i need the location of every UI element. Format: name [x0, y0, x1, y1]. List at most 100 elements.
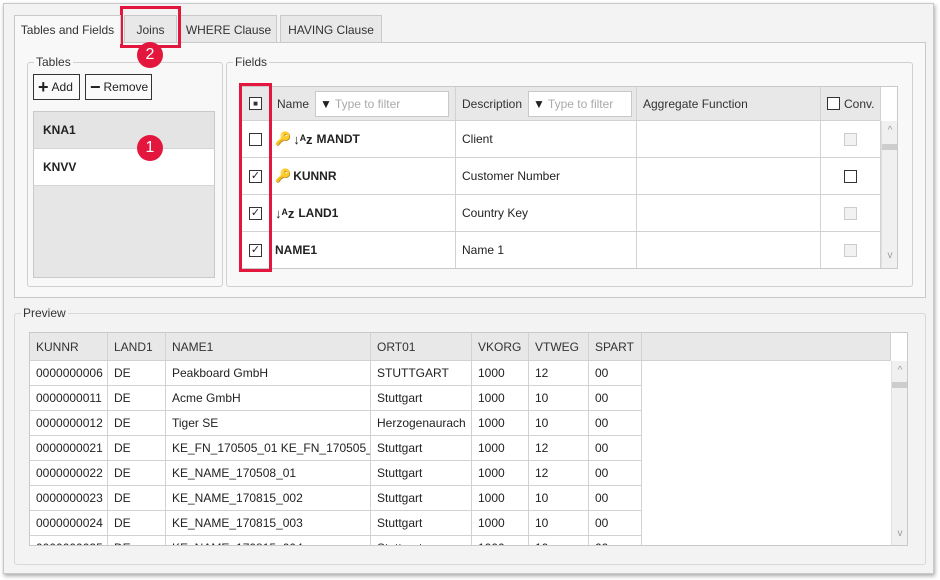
preview-cell: KE_NAME_170508_01 — [166, 461, 371, 486]
tab-where-clause[interactable]: WHERE Clause — [180, 15, 277, 43]
header-filler — [642, 333, 891, 361]
preview-cell: 0000000011 — [30, 386, 108, 411]
preview-cell: 10 — [529, 536, 589, 545]
preview-cell: DE — [108, 386, 166, 411]
preview-cell: 00 — [589, 461, 642, 486]
tab-tables-and-fields[interactable]: Tables and Fields — [14, 15, 121, 44]
preview-cell: 0000000023 — [30, 486, 108, 511]
column-header-name1[interactable]: NAME1 — [166, 333, 371, 361]
preview-cell: 1000 — [472, 386, 529, 411]
preview-cell: 00 — [589, 536, 642, 545]
preview-row: 0000000024 DE KE_NAME_170815_003 Stuttgart 1… — [30, 511, 642, 536]
column-header-spart[interactable]: SPART — [589, 333, 642, 361]
conv-all-checkbox[interactable] — [827, 97, 840, 110]
field-description: Customer Number — [456, 158, 637, 195]
field-description: Country Key — [456, 195, 637, 232]
table-item-kna1[interactable]: KNA1 — [34, 112, 214, 149]
remove-button[interactable]: − Remove — [85, 74, 152, 100]
preview-header: KUNNR LAND1 NAME1 ORT01 VKORG VTWEG SPART — [30, 333, 891, 361]
field-aggregate[interactable] — [637, 232, 821, 268]
column-header-land1[interactable]: LAND1 — [108, 333, 166, 361]
preview-row: 0000000025DEKE_NAME_170815_004Stuttgart1… — [30, 536, 642, 545]
field-row: ✓ NAME1 Name 1 — [241, 232, 881, 268]
preview-cell: KE_FN_170505_01 KE_FN_170505_01 — [166, 436, 371, 461]
preview-cell: 00 — [589, 436, 642, 461]
preview-cell: DE — [108, 411, 166, 436]
preview-cell: 12 — [529, 436, 589, 461]
fields-header: ■ Name ▼ Type to filter Description ▼ Type t… — [241, 87, 881, 121]
preview-cell: 0000000006 — [30, 361, 108, 386]
sort-az-icon: ↓ᴬz — [275, 205, 295, 221]
tables-list: KNA1 KNVV — [33, 111, 215, 278]
preview-cell: 0000000024 — [30, 511, 108, 536]
preview-grid: KUNNR LAND1 NAME1 ORT01 VKORG VTWEG SPART 0000… — [29, 332, 908, 546]
preview-cell: STUTTGART — [371, 361, 472, 386]
preview-cell: 1000 — [472, 536, 529, 545]
add-button[interactable]: + Add — [33, 74, 80, 100]
preview-cell: 1000 — [472, 411, 529, 436]
preview-cell: Herzogenaurach — [371, 411, 472, 436]
preview-cell: Stuttgart — [371, 386, 472, 411]
description-header: Description ▼ Type to filter — [456, 87, 637, 121]
field-aggregate[interactable] — [637, 121, 821, 158]
preview-cell: 00 — [589, 486, 642, 511]
preview-row: 0000000022 DE KE_NAME_170508_01 Stuttgart 10… — [30, 461, 642, 486]
column-header-ort01[interactable]: ORT01 — [371, 333, 472, 361]
field-description: Name 1 — [456, 232, 637, 268]
preview-cell: DE — [108, 361, 166, 386]
preview-cell: 00 — [589, 361, 642, 386]
preview-cell: 10 — [529, 486, 589, 511]
fields-scrollbar[interactable]: ^ v — [881, 121, 897, 268]
column-header-kunnr[interactable]: KUNNR — [30, 333, 108, 361]
field-aggregate[interactable] — [637, 195, 821, 232]
preview-label: Preview — [21, 306, 68, 320]
minus-icon: − — [90, 77, 101, 97]
tab-having-clause[interactable]: HAVING Clause — [280, 15, 382, 43]
name-filter-input[interactable]: ▼ Type to filter — [315, 90, 450, 117]
sort-az-icon: ↓ᴬz — [293, 131, 313, 147]
preview-cell: Stuttgart — [371, 486, 472, 511]
column-header-vkorg[interactable]: VKORG — [472, 333, 529, 361]
preview-cell: DE — [108, 461, 166, 486]
preview-cell: 1000 — [472, 461, 529, 486]
preview-cell: 0000000021 — [30, 436, 108, 461]
preview-cell: 1000 — [472, 361, 529, 386]
filter-icon: ▼ — [533, 96, 545, 111]
preview-cell: 10 — [529, 411, 589, 436]
field-aggregate[interactable] — [637, 158, 821, 195]
preview-cell: Stuttgart — [371, 536, 472, 545]
plus-icon: + — [38, 77, 49, 97]
preview-cell: 1000 — [472, 436, 529, 461]
field-name: MANDT — [316, 132, 360, 146]
field-row: 🔑 ↓ᴬz MANDT Client — [241, 121, 881, 158]
preview-row: 0000000011 DE Acme GmbH Stuttgart 1000 10 00 — [30, 386, 642, 411]
preview-cell: KE_NAME_170815_004 — [166, 536, 371, 545]
table-item-knvv[interactable]: KNVV — [34, 149, 214, 186]
preview-cell: Peakboard GmbH — [166, 361, 371, 386]
conv-checkbox[interactable] — [844, 169, 857, 183]
name-header: Name ▼ Type to filter — [271, 87, 456, 121]
preview-scrollbar[interactable]: ^ v — [891, 361, 907, 545]
preview-cell: KE_NAME_170815_003 — [166, 511, 371, 536]
field-description: Client — [456, 121, 637, 158]
add-label: Add — [51, 80, 73, 94]
preview-row: 0000000006 DE Peakboard GmbH STUTTGART 1000 1… — [30, 361, 642, 386]
conv-checkbox[interactable] — [844, 206, 857, 220]
preview-cell: 0000000022 — [30, 461, 108, 486]
annotation-badge-2: 2 — [137, 42, 163, 68]
preview-row: 0000000023 DE KE_NAME_170815_002 Stuttgart 1… — [30, 486, 642, 511]
preview-cell: Tiger SE — [166, 411, 371, 436]
preview-cell: 1000 — [472, 486, 529, 511]
fields-label: Fields — [233, 55, 270, 69]
description-filter-input[interactable]: ▼ Type to filter — [528, 90, 633, 117]
field-name: NAME1 — [275, 243, 318, 257]
conv-header[interactable]: Conv. — [821, 87, 881, 121]
preview-cell: Stuttgart — [371, 511, 472, 536]
preview-cell: KE_NAME_170815_002 — [166, 486, 371, 511]
preview-row: 0000000021 DE KE_FN_170505_01 KE_FN_170505… — [30, 436, 642, 461]
conv-checkbox[interactable] — [844, 132, 857, 146]
column-header-vtweg[interactable]: VTWEG — [529, 333, 589, 361]
conv-checkbox[interactable] — [844, 243, 857, 257]
field-row: ✓ ↓ᴬz LAND1 Country Key — [241, 195, 881, 232]
preview-cell: DE — [108, 486, 166, 511]
